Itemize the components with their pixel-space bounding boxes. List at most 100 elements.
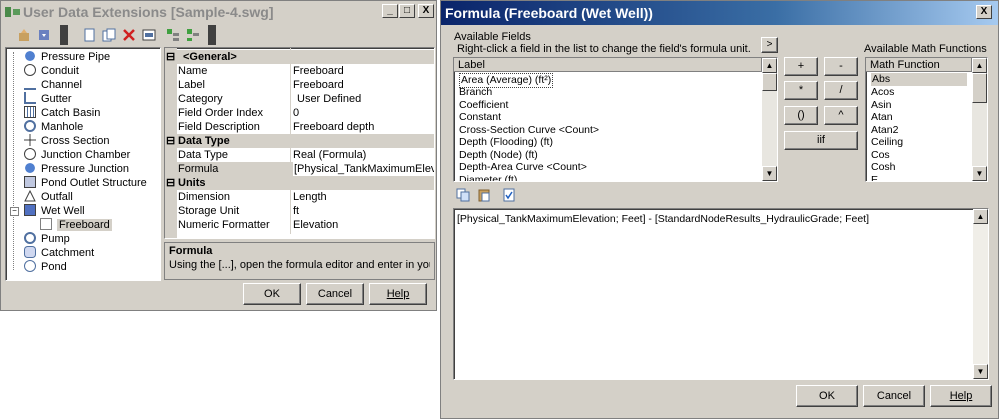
field-item[interactable]: Depth-Area Curve <Count>	[459, 161, 587, 174]
help-button[interactable]: Help	[369, 283, 427, 305]
math-function-item[interactable]: Abs	[871, 73, 967, 86]
scroll-down-icon[interactable]: ▼	[972, 166, 987, 181]
expand-all-icon[interactable]	[166, 28, 180, 42]
validate-icon[interactable]	[502, 188, 516, 202]
math-function-item[interactable]: Atan	[871, 111, 893, 124]
copy-icon[interactable]	[456, 188, 470, 202]
window-title-bar[interactable]: User Data Extensions [Sample-4.swg]	[1, 1, 436, 23]
field-item[interactable]: Depth (Flooding) (ft)	[459, 136, 553, 149]
scroll-down-icon[interactable]: ▼	[762, 166, 777, 181]
dropdown-toggle[interactable]	[60, 25, 68, 45]
tree-item[interactable]: Catch Basin	[24, 106, 100, 120]
category-data-type[interactable]: ⊟ Data Type	[165, 134, 434, 148]
formula-value[interactable]: [Physical_TankMaximumElevation	[293, 162, 434, 176]
tree-item[interactable]: Manhole	[24, 120, 83, 134]
property-row[interactable]: Storage Unit ft	[165, 204, 434, 218]
collapse-all-icon[interactable]	[186, 28, 200, 42]
formula-editor[interactable]: [Physical_TankMaximumElevation; Feet] - …	[453, 208, 989, 380]
rename-icon[interactable]	[142, 28, 156, 42]
formula-scrollbar[interactable]: ▲ ▼	[973, 209, 988, 379]
math-function-item[interactable]: Atan2	[871, 124, 898, 137]
property-row-selected[interactable]: Formula[Physical_TankMaximumElevation	[165, 162, 434, 176]
tree-item[interactable]: Pond	[24, 260, 67, 274]
property-row[interactable]: Category User Defined	[165, 92, 434, 106]
field-item[interactable]: Cross-Section Curve <Count>	[459, 124, 599, 137]
tree-item[interactable]: Catchment	[24, 246, 94, 260]
scroll-up-icon[interactable]: ▲	[972, 58, 987, 73]
power-button[interactable]: ^	[824, 106, 858, 125]
scroll-thumb[interactable]	[972, 73, 987, 103]
math-scrollbar[interactable]: ▲ ▼	[972, 58, 987, 181]
field-item[interactable]: Coefficient	[459, 99, 508, 112]
property-row[interactable]: Label Freeboard	[165, 78, 434, 92]
close-button[interactable]: X	[418, 4, 434, 18]
duplicate-icon[interactable]	[102, 28, 116, 42]
property-row[interactable]: Numeric Formatter Elevation	[165, 218, 434, 232]
tree-item[interactable]: Gutter	[24, 92, 72, 106]
formula-ok-button[interactable]: OK	[796, 385, 858, 407]
math-function-item[interactable]: Asin	[871, 99, 891, 112]
tree-item[interactable]: Pump	[24, 232, 70, 246]
tree-item[interactable]: Pressure Junction	[24, 162, 129, 176]
formula-close-button[interactable]: X	[976, 5, 992, 19]
scroll-up-icon[interactable]: ▲	[973, 209, 988, 224]
property-row[interactable]: Dimension Length	[165, 190, 434, 204]
category-units[interactable]: ⊟ Units	[165, 176, 434, 190]
collapse-icon[interactable]: ⊟	[166, 134, 175, 148]
plus-button[interactable]: +	[784, 57, 818, 76]
insert-field-button[interactable]: >	[761, 37, 778, 53]
math-functions-list[interactable]: Math Function Abs Acos Asin Atan Atan2 C…	[865, 57, 988, 182]
property-row[interactable]: Field Description Freeboard depth	[165, 120, 434, 134]
tree-item[interactable]: Pressure Pipe	[24, 50, 110, 64]
math-function-item[interactable]: E	[871, 174, 878, 182]
collapse-toggle-icon[interactable]: −	[10, 207, 19, 216]
tree-item[interactable]: − Wet Well	[10, 204, 85, 218]
field-item[interactable]: Diameter (ft)	[459, 174, 517, 182]
import-icon[interactable]	[37, 28, 51, 42]
collapse-icon[interactable]: ⊟	[166, 50, 175, 64]
collapse-icon[interactable]: ⊟	[166, 176, 175, 190]
formula-title-bar[interactable]: Formula (Freeboard (Wet Well))	[441, 1, 998, 25]
field-item[interactable]: Branch	[459, 86, 492, 99]
minimize-button[interactable]: _	[382, 4, 398, 18]
formula-help-button[interactable]: Help	[930, 385, 992, 407]
math-function-item[interactable]: Ceiling	[871, 136, 903, 149]
tree-item[interactable]: Outfall	[24, 190, 73, 204]
toolbar-overflow[interactable]	[208, 25, 216, 45]
fields-column-header[interactable]: Label	[454, 58, 762, 72]
tree-item[interactable]: Cross Section	[24, 134, 109, 148]
field-item[interactable]: Constant	[459, 111, 501, 124]
formula-cancel-button[interactable]: Cancel	[863, 385, 925, 407]
property-row[interactable]: Data Type Real (Formula)	[165, 148, 434, 162]
tree-item[interactable]: Junction Chamber	[24, 148, 130, 162]
minus-button[interactable]: -	[824, 57, 858, 76]
iif-button[interactable]: iif	[784, 131, 858, 150]
formula-text[interactable]: [Physical_TankMaximumElevation; Feet] - …	[457, 213, 869, 225]
property-row[interactable]: Name Freeboard	[165, 64, 434, 78]
math-function-item[interactable]: Cosh	[871, 161, 896, 174]
parentheses-button[interactable]: ()	[784, 106, 818, 125]
property-row[interactable]: Field Order Index 0	[165, 106, 434, 120]
element-tree[interactable]: Pressure Pipe Conduit Channel Gutter Cat…	[5, 47, 161, 281]
divide-button[interactable]: /	[824, 81, 858, 100]
new-document-icon[interactable]	[82, 28, 96, 42]
tree-item-selected[interactable]: Freeboard	[40, 218, 112, 232]
cancel-button[interactable]: Cancel	[306, 283, 364, 305]
maximize-button[interactable]: □	[399, 4, 415, 18]
ok-button[interactable]: OK	[243, 283, 301, 305]
math-function-item[interactable]: Acos	[871, 86, 894, 99]
paste-icon[interactable]	[477, 188, 491, 202]
math-column-header[interactable]: Math Function	[866, 58, 972, 72]
tree-item[interactable]: Conduit	[24, 64, 79, 78]
available-fields-list[interactable]: Label Area (Average) (ft²) Branch Coeffi…	[453, 57, 778, 182]
multiply-button[interactable]: *	[784, 81, 818, 100]
tree-item[interactable]: Channel	[24, 78, 82, 92]
scroll-up-icon[interactable]: ▲	[762, 58, 777, 73]
field-item[interactable]: Depth (Node) (ft)	[459, 149, 538, 162]
scroll-down-icon[interactable]: ▼	[973, 364, 988, 379]
delete-icon[interactable]	[122, 28, 136, 42]
category-general[interactable]: ⊟ <General>	[165, 50, 434, 64]
scroll-thumb[interactable]	[762, 73, 777, 91]
math-function-item[interactable]: Cos	[871, 149, 890, 162]
fields-scrollbar[interactable]: ▲ ▼	[762, 58, 777, 181]
